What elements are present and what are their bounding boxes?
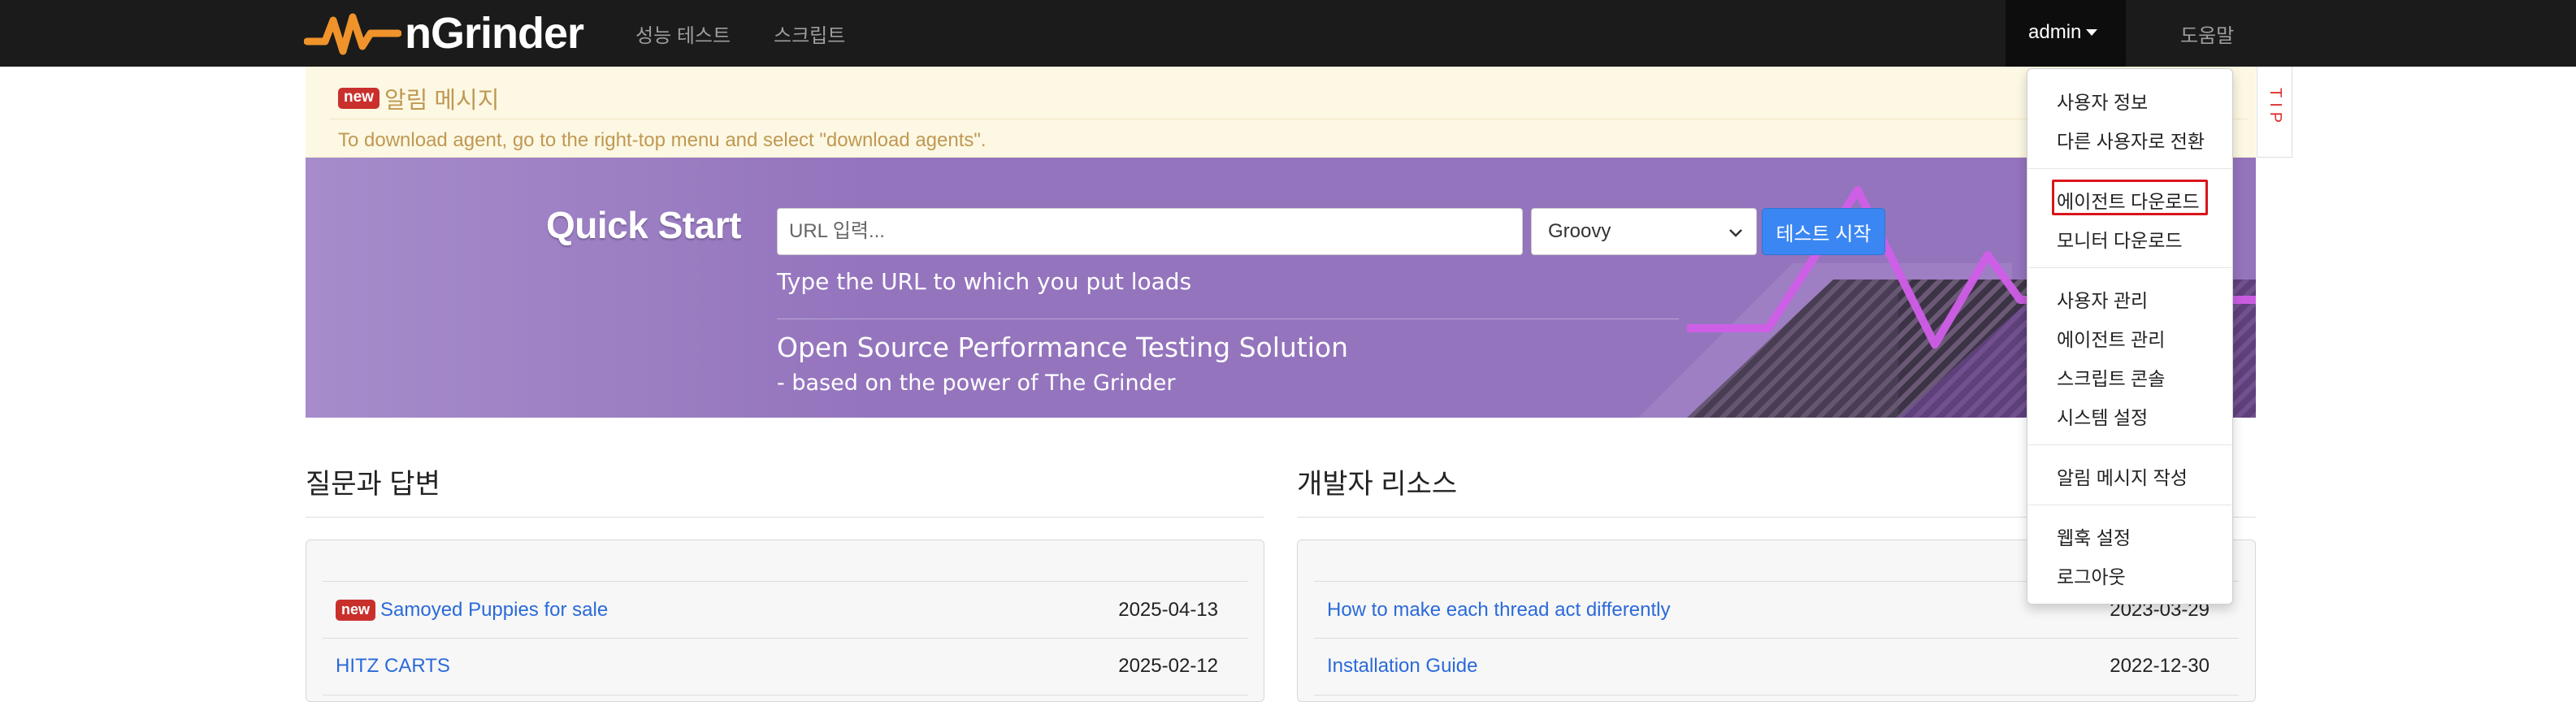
notice-heading: new 알림 메시지 <box>338 81 499 115</box>
menu-item-user-management[interactable]: 사용자 관리 <box>2057 285 2148 313</box>
menu-item-logout[interactable]: 로그아웃 <box>2057 561 2126 589</box>
table-row: Installation Guide 2022-12-30 <box>1327 650 2210 682</box>
quick-start-background-graphic <box>306 158 2256 418</box>
menu-item-script-console[interactable]: 스크립트 콘솔 <box>2057 363 2165 391</box>
quick-start-subslogan: - based on the power of The Grinder <box>777 370 1176 396</box>
notice-title: 알림 메시지 <box>384 88 500 114</box>
qna-link[interactable]: HITZ CARTS <box>336 655 450 678</box>
menu-item-switch-user[interactable]: 다른 사용자로 전환 <box>2057 126 2205 154</box>
quick-start-slogan: Open Source Performance Testing Solution <box>777 332 1349 363</box>
heartbeat-logo-icon <box>304 13 401 55</box>
brand-logo[interactable]: nGrinder <box>304 6 584 60</box>
qna-panel: new Samoyed Puppies for sale 2025-04-13 … <box>306 540 1264 702</box>
menu-item-user-info[interactable]: 사용자 정보 <box>2057 87 2148 115</box>
menu-item-write-notice[interactable]: 알림 메시지 작성 <box>2057 462 2188 490</box>
row-divider <box>323 638 1247 639</box>
table-row: new Samoyed Puppies for sale 2025-04-13 <box>336 594 1218 626</box>
qna-title: 질문과 답변 <box>306 469 440 500</box>
user-name: admin <box>2028 21 2082 43</box>
quick-start-hint: Type the URL to which you put loads <box>777 268 1192 295</box>
tip-tab[interactable]: TIP <box>2257 67 2292 158</box>
dev-resource-date: 2022-12-30 <box>2110 655 2210 677</box>
menu-divider <box>2028 444 2231 445</box>
menu-divider <box>2028 168 2231 169</box>
qna-rule <box>306 517 1264 518</box>
dev-resource-link[interactable]: How to make each thread act differently <box>1327 599 1670 622</box>
notice-banner: new 알림 메시지 To download agent, go to the … <box>306 67 2256 158</box>
table-row: HITZ CARTS 2025-02-12 <box>336 650 1218 682</box>
script-language-value: Groovy <box>1548 220 1611 242</box>
script-language-select[interactable]: Groovy <box>1531 208 1757 255</box>
dev-resource-link[interactable]: Installation Guide <box>1327 655 1477 678</box>
qna-date: 2025-04-13 <box>1118 599 1218 621</box>
menu-item-download-agent[interactable]: 에이전트 다운로드 <box>2057 186 2200 214</box>
quick-start-divider <box>777 318 1679 319</box>
row-divider <box>1314 695 2239 696</box>
menu-divider <box>2028 267 2231 268</box>
caret-down-icon <box>2086 29 2098 36</box>
qna-date: 2025-02-12 <box>1118 655 1218 677</box>
nav-performance-test[interactable]: 성능 테스트 <box>635 20 731 48</box>
nav-script[interactable]: 스크립트 <box>774 20 845 48</box>
row-divider <box>323 581 1247 582</box>
url-input[interactable] <box>777 208 1523 255</box>
tip-label: TIP <box>2266 88 2284 128</box>
chevron-down-icon <box>1729 229 1742 237</box>
user-menu-toggle[interactable]: admin <box>2028 21 2098 44</box>
qna-link[interactable]: Samoyed Puppies for sale <box>380 599 608 622</box>
notice-text: To download agent, go to the right-top m… <box>338 129 987 151</box>
nav-help[interactable]: 도움말 <box>2180 20 2234 48</box>
quick-start-panel: Quick Start Groovy 테스트 시작 Type the URL t… <box>306 158 2256 418</box>
new-badge: new <box>336 600 376 621</box>
top-navbar: nGrinder 성능 테스트 스크립트 admin 도움말 <box>0 0 2576 67</box>
dev-resources-title: 개발자 리소스 <box>1297 469 1458 500</box>
row-divider <box>323 695 1247 696</box>
menu-item-system-settings[interactable]: 시스템 설정 <box>2057 402 2148 430</box>
row-divider <box>1314 638 2239 639</box>
new-badge: new <box>338 88 379 109</box>
user-dropdown-menu: 사용자 정보 다른 사용자로 전환 에이전트 다운로드 모니터 다운로드 사용자… <box>2027 68 2233 604</box>
menu-item-webhook-settings[interactable]: 웹훅 설정 <box>2057 522 2131 550</box>
quick-start-title: Quick Start <box>546 204 741 246</box>
start-test-button[interactable]: 테스트 시작 <box>1762 208 1885 255</box>
menu-item-download-monitor[interactable]: 모니터 다운로드 <box>2057 225 2183 253</box>
brand-name: nGrinder <box>405 9 584 58</box>
menu-item-agent-management[interactable]: 에이전트 관리 <box>2057 324 2165 352</box>
